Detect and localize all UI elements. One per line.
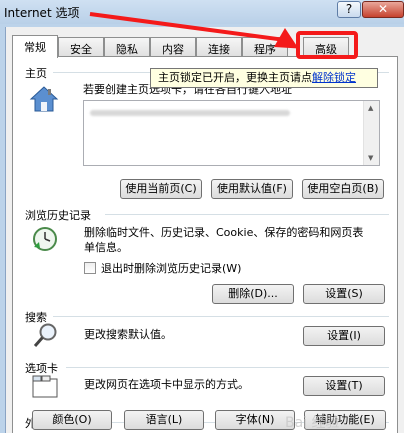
- use-blank-button[interactable]: 使用空白页(B): [302, 179, 384, 199]
- divider: [105, 214, 389, 215]
- watermark: Bai 经验: [285, 415, 340, 431]
- fonts-button[interactable]: 字体(N): [215, 410, 295, 430]
- history-section-label: 浏览历史记录: [25, 209, 91, 222]
- house-icon: [29, 85, 59, 116]
- scroll-up-icon[interactable]: ▲: [368, 104, 373, 112]
- use-current-button[interactable]: 使用当前页(C): [120, 179, 202, 199]
- search-settings-button[interactable]: 设置(I): [303, 326, 385, 346]
- divider: [66, 367, 389, 368]
- window-title: Internet 选项: [4, 6, 80, 20]
- scroll-down-icon[interactable]: ▼: [368, 154, 373, 162]
- help-button[interactable]: ?: [337, 1, 361, 18]
- history-settings-button[interactable]: 设置(S): [303, 284, 385, 304]
- unlock-link[interactable]: 解除锁定: [312, 71, 356, 84]
- tabs-settings-button[interactable]: 设置(T): [303, 376, 385, 396]
- tab-general[interactable]: 常规: [12, 35, 58, 58]
- history-description: 删除临时文件、历史记录、Cookie、保存的密码和网页表单信息。: [84, 226, 364, 254]
- languages-button[interactable]: 语言(L): [124, 410, 204, 430]
- delete-history-button[interactable]: 删除(D)...: [212, 284, 294, 304]
- magnifier-icon: [33, 322, 59, 353]
- close-button[interactable]: ✕: [362, 1, 404, 18]
- home-lock-tooltip: 主页锁定已开启，更换主页请点解除锁定: [150, 68, 378, 88]
- tab-content[interactable]: 内容: [150, 37, 196, 56]
- tab-security[interactable]: 安全: [58, 37, 104, 56]
- tab-privacy[interactable]: 隐私: [104, 37, 150, 56]
- history-clock-icon: [31, 225, 61, 256]
- colors-button[interactable]: 颜色(O): [32, 410, 112, 430]
- tabs-section-label: 选项卡: [25, 362, 58, 375]
- divider: [53, 316, 389, 317]
- delete-on-exit-checkbox[interactable]: [84, 262, 96, 274]
- annotation-highlight-box: [296, 31, 358, 59]
- tab-connections[interactable]: 连接: [196, 37, 242, 56]
- delete-on-exit-label: 退出时删除浏览历史记录(W): [101, 262, 242, 275]
- blurred-url: [90, 110, 290, 116]
- title-bar: Internet 选项 ? ✕: [0, 0, 404, 24]
- home-section-label: 主页: [25, 67, 47, 80]
- use-default-button[interactable]: 使用默认值(F): [211, 179, 293, 199]
- search-description: 更改搜索默认值。: [84, 328, 172, 341]
- tooltip-text: 主页锁定已开启，更换主页请点: [158, 71, 312, 84]
- general-tab-panel: 主页 若要创建主页选项卡，请在各自行键入地址 ▲ ▼ 使用当前页(C) 使用默认…: [12, 56, 398, 433]
- url-field-scrollbar[interactable]: ▲ ▼: [363, 101, 379, 165]
- tabs-description: 更改网页在选项卡中显示的方式。: [84, 378, 249, 391]
- tabs-window-icon: [31, 375, 59, 402]
- home-page-url-field[interactable]: ▲ ▼: [83, 100, 380, 166]
